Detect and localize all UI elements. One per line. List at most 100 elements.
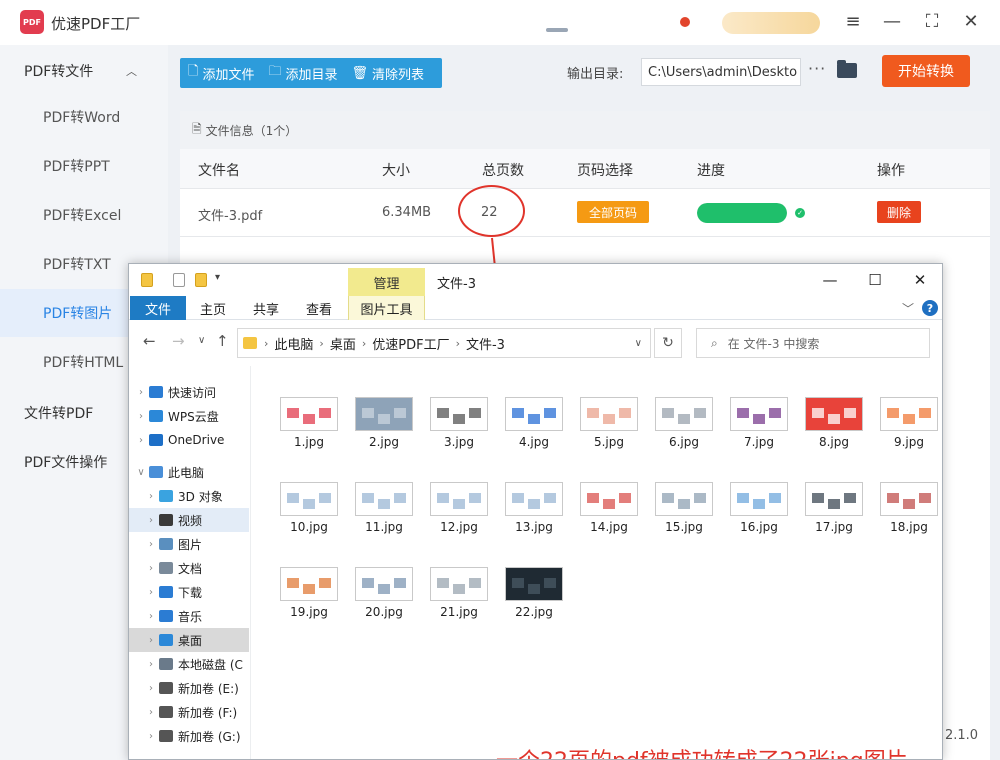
ribbon-tab-home[interactable]: 主页 <box>200 296 226 320</box>
nav-item[interactable]: › 图片 <box>129 532 249 556</box>
promo-dot-icon[interactable] <box>680 17 690 27</box>
nav-item[interactable]: › 下载 <box>129 580 249 604</box>
nav-item[interactable]: ∨ 此电脑 <box>129 460 249 484</box>
nav-item[interactable]: › 文档 <box>129 556 249 580</box>
sidebar-item-pdf-excel[interactable]: PDF转Excel <box>0 191 168 239</box>
chevron-right-icon[interactable]: › <box>143 515 159 526</box>
file-item[interactable]: 19.jpg <box>276 567 346 647</box>
file-item[interactable]: 22.jpg <box>501 567 571 647</box>
file-item[interactable]: 3.jpg <box>426 397 496 477</box>
clear-list-button[interactable]: 🗑 清除列表 <box>344 64 431 83</box>
sidebar-group-pdf-operations[interactable]: PDF文件操作 <box>24 452 107 472</box>
nav-item[interactable]: › 音乐 <box>129 604 249 628</box>
customize-toolbar-icon[interactable]: ▾ <box>215 272 220 283</box>
nav-item[interactable]: › OneDrive <box>129 428 249 452</box>
add-folder-button[interactable]: 🗀 添加目录 <box>260 62 343 84</box>
sidebar-group-file-to-pdf[interactable]: 文件转PDF <box>24 403 93 423</box>
file-item[interactable]: 1.jpg <box>276 397 346 477</box>
chevron-up-icon[interactable]: ︿ <box>126 63 137 79</box>
breadcrumb-desktop[interactable]: 桌面 <box>327 334 359 353</box>
file-item[interactable]: 5.jpg <box>576 397 646 477</box>
properties-icon[interactable] <box>173 273 185 287</box>
file-item[interactable]: 8.jpg <box>801 397 871 477</box>
chevron-right-icon[interactable]: › <box>133 387 149 398</box>
chevron-right-icon[interactable]: › <box>143 611 159 622</box>
nav-item[interactable]: › 本地磁盘 (C <box>129 652 249 676</box>
file-item[interactable]: 15.jpg <box>651 482 721 562</box>
explorer-maximize-button[interactable]: ☐ <box>862 270 888 290</box>
explorer-close-button[interactable]: ✕ <box>907 270 933 290</box>
up-button[interactable]: ↑ <box>216 332 229 350</box>
file-item[interactable]: 9.jpg <box>876 397 942 477</box>
more-button[interactable]: ··· <box>808 59 826 78</box>
address-dropdown-icon[interactable]: ∨ <box>635 338 642 349</box>
file-item[interactable]: 17.jpg <box>801 482 871 562</box>
ribbon-tab-share[interactable]: 共享 <box>253 296 279 320</box>
chevron-right-icon[interactable]: › <box>143 635 159 646</box>
chevron-right-icon[interactable]: › <box>143 491 159 502</box>
address-bar[interactable]: › 此电脑 › 桌面 › 优速PDF工厂 › 文件-3 ∨ <box>237 328 651 358</box>
file-item[interactable]: 18.jpg <box>876 482 942 562</box>
file-item[interactable]: 21.jpg <box>426 567 496 647</box>
breadcrumb-this-pc[interactable]: 此电脑 <box>271 334 316 353</box>
file-item[interactable]: 4.jpg <box>501 397 571 477</box>
chevron-right-icon[interactable]: › <box>143 731 159 742</box>
nav-item[interactable]: › 新加卷 (E:) <box>129 676 249 700</box>
breadcrumb-app-folder[interactable]: 优速PDF工厂 <box>369 334 452 353</box>
file-item[interactable]: 20.jpg <box>351 567 421 647</box>
recent-locations-button[interactable]: ∨ <box>198 335 205 346</box>
breadcrumb-current[interactable]: 文件-3 <box>463 334 508 353</box>
refresh-button[interactable]: ↻ <box>654 328 682 358</box>
promo-banner[interactable] <box>722 12 820 34</box>
start-convert-button[interactable]: 开始转换 <box>882 55 970 87</box>
ribbon-tab-file[interactable]: 文件 <box>130 296 186 320</box>
file-item[interactable]: 13.jpg <box>501 482 571 562</box>
minimize-button[interactable]: — <box>879 10 905 32</box>
chevron-right-icon[interactable]: › <box>143 587 159 598</box>
menu-icon[interactable]: ≡ <box>840 10 866 32</box>
ribbon-tab-picture-tools[interactable]: 图片工具 <box>348 296 425 320</box>
file-item[interactable]: 12.jpg <box>426 482 496 562</box>
nav-item[interactable]: › 3D 对象 <box>129 484 249 508</box>
chevron-right-icon[interactable]: › <box>143 707 159 718</box>
new-folder-icon[interactable] <box>195 273 207 287</box>
file-item[interactable]: 14.jpg <box>576 482 646 562</box>
chevron-right-icon[interactable]: › <box>143 659 159 670</box>
sidebar-group-pdf-to-file[interactable]: PDF转文件 <box>24 61 93 81</box>
promo-icon[interactable] <box>546 28 568 32</box>
chevron-right-icon[interactable]: › <box>143 539 159 550</box>
file-item[interactable]: 2.jpg <box>351 397 421 477</box>
close-button[interactable]: ✕ <box>958 10 984 32</box>
folder-icon[interactable] <box>141 273 153 287</box>
chevron-right-icon[interactable]: › <box>143 683 159 694</box>
expand-ribbon-icon[interactable]: ﹀ <box>902 300 914 317</box>
open-folder-icon[interactable] <box>837 60 857 78</box>
nav-item[interactable]: › 视频 <box>129 508 249 532</box>
file-item[interactable]: 6.jpg <box>651 397 721 477</box>
chevron-down-icon[interactable]: ∨ <box>133 467 149 478</box>
sidebar-item-pdf-word[interactable]: PDF转Word <box>0 93 168 141</box>
file-item[interactable]: 16.jpg <box>726 482 796 562</box>
nav-item[interactable]: › 桌面 <box>129 628 249 652</box>
chevron-right-icon[interactable]: › <box>133 411 149 422</box>
chevron-right-icon[interactable]: › <box>133 435 149 446</box>
page-select-badge[interactable]: 全部页码 <box>577 201 649 223</box>
manage-tab[interactable]: 管理 <box>348 268 425 296</box>
file-item[interactable]: 7.jpg <box>726 397 796 477</box>
file-item[interactable]: 11.jpg <box>351 482 421 562</box>
forward-button[interactable]: → <box>172 332 185 350</box>
nav-item[interactable]: › 新加卷 (F:) <box>129 700 249 724</box>
nav-item[interactable]: › 快速访问 <box>129 380 249 404</box>
search-input[interactable]: ⌕ 在 文件-3 中搜索 <box>696 328 930 358</box>
chevron-right-icon[interactable]: › <box>143 563 159 574</box>
nav-item[interactable]: › WPS云盘 <box>129 404 249 428</box>
back-button[interactable]: ← <box>143 332 156 350</box>
output-dir-input[interactable]: C:\Users\admin\Deskto <box>641 58 801 86</box>
file-item[interactable]: 10.jpg <box>276 482 346 562</box>
delete-button[interactable]: 删除 <box>877 201 921 223</box>
nav-item[interactable]: › 新加卷 (G:) <box>129 724 249 748</box>
maximize-button[interactable]: ⛶ <box>919 10 945 32</box>
add-file-button[interactable]: 🗋 添加文件 <box>180 62 260 84</box>
help-icon[interactable]: ? <box>922 300 938 316</box>
sidebar-item-pdf-ppt[interactable]: PDF转PPT <box>0 142 168 190</box>
